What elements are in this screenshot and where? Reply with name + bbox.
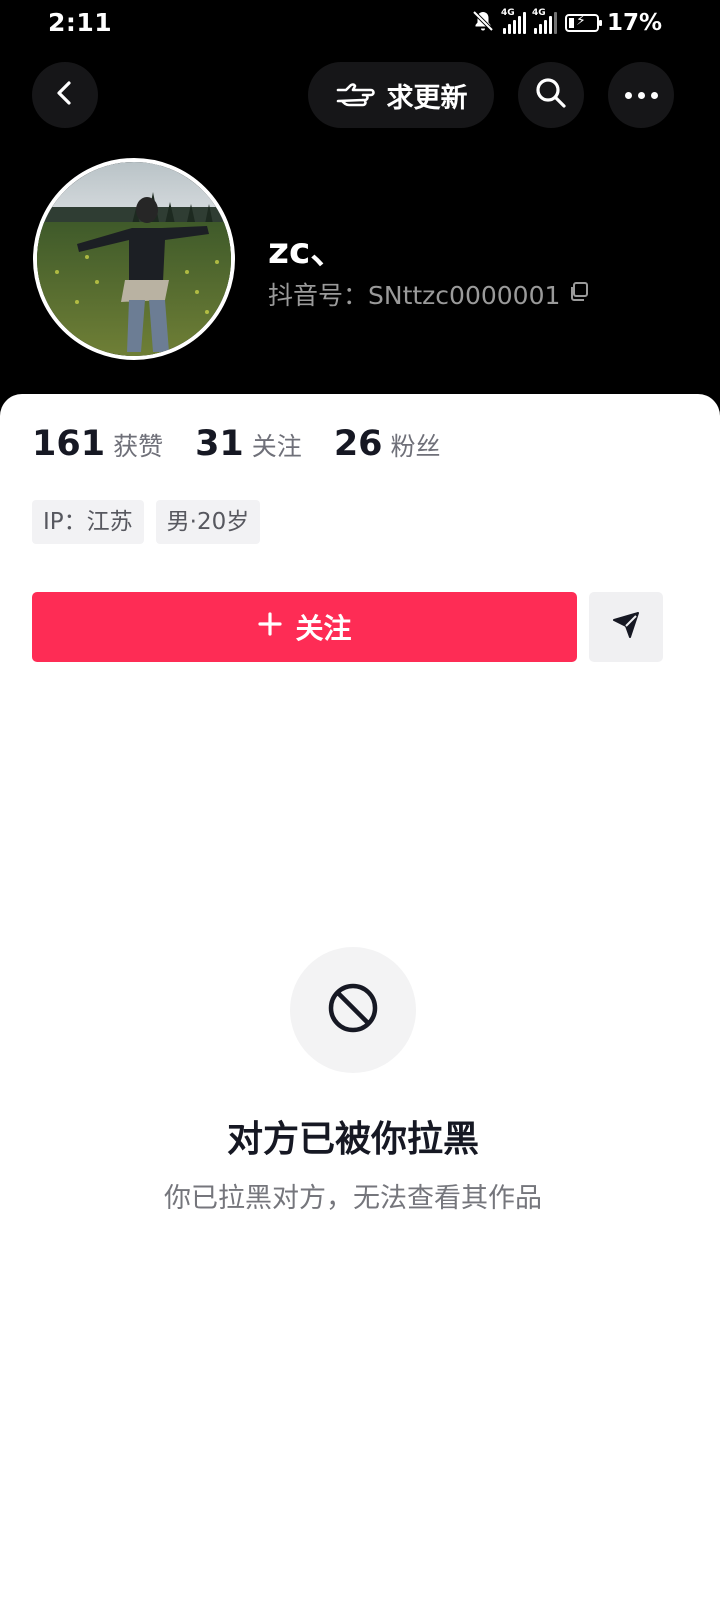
avatar[interactable] — [33, 158, 235, 360]
profile-content: 161 获赞 31 关注 26 粉丝 IP：江苏 男·20岁 关注 对方已被你拉… — [0, 394, 720, 1600]
follow-button[interactable]: 关注 — [32, 592, 577, 662]
douyin-id[interactable]: 抖音号：SNttzc0000001 — [268, 276, 590, 312]
blocked-description: 你已拉黑对方，无法查看其作品 — [164, 1183, 542, 1214]
profile-tags: IP：江苏 男·20岁 — [32, 500, 261, 544]
search-button[interactable] — [518, 62, 584, 128]
stat-likes[interactable]: 161 获赞 — [32, 424, 163, 464]
send-message-button[interactable] — [589, 592, 663, 662]
more-dots-icon — [624, 91, 658, 99]
signal-icon-1: 4G — [501, 8, 526, 34]
stat-following[interactable]: 31 关注 — [195, 424, 302, 464]
more-button[interactable] — [608, 62, 674, 128]
stat-likes-value: 161 — [32, 424, 106, 464]
copy-icon[interactable] — [568, 280, 590, 309]
send-icon — [610, 609, 642, 645]
status-icons: 4G 4G ⚡ 17% — [471, 8, 662, 37]
mute-notification-icon — [471, 9, 495, 37]
profile-stats: 161 获赞 31 关注 26 粉丝 — [32, 424, 441, 464]
stat-following-value: 31 — [195, 424, 244, 464]
stat-followers[interactable]: 26 粉丝 — [334, 424, 441, 464]
block-icon — [327, 982, 379, 1038]
chevron-left-icon — [50, 78, 80, 112]
gender-age-tag: 男·20岁 — [155, 500, 261, 544]
status-time: 2:11 — [48, 8, 113, 37]
stat-likes-label: 获赞 — [113, 432, 164, 461]
stat-followers-value: 26 — [333, 424, 383, 464]
search-icon — [533, 75, 569, 115]
pointing-hand-icon — [335, 75, 377, 116]
back-button[interactable] — [32, 62, 98, 128]
battery-percent: 17% — [606, 10, 662, 36]
status-bar: 2:11 4G 4G ⚡ 17% — [0, 0, 720, 46]
request-update-label: 求更新 — [386, 82, 468, 114]
username: zc、 — [268, 231, 347, 272]
blocked-title: 对方已被你拉黑 — [226, 1119, 479, 1160]
ip-location-tag: IP：江苏 — [32, 500, 144, 544]
profile-header: 2:11 4G 4G ⚡ 17% 求更新 zc、 抖音号：SNttzc00000… — [0, 0, 720, 420]
plus-icon — [257, 611, 283, 644]
battery-icon: ⚡ — [564, 13, 602, 32]
stat-followers-label: 粉丝 — [390, 432, 441, 461]
network-type-2: 4G — [531, 8, 546, 18]
blocked-status-badge — [290, 947, 416, 1073]
follow-label: 关注 — [295, 612, 352, 645]
douyin-id-text: 抖音号：SNttzc0000001 — [268, 281, 561, 310]
network-type-1: 4G — [500, 8, 515, 18]
signal-icon-2: 4G — [532, 8, 557, 34]
request-update-button[interactable]: 求更新 — [308, 62, 494, 128]
stat-following-label: 关注 — [251, 432, 302, 461]
